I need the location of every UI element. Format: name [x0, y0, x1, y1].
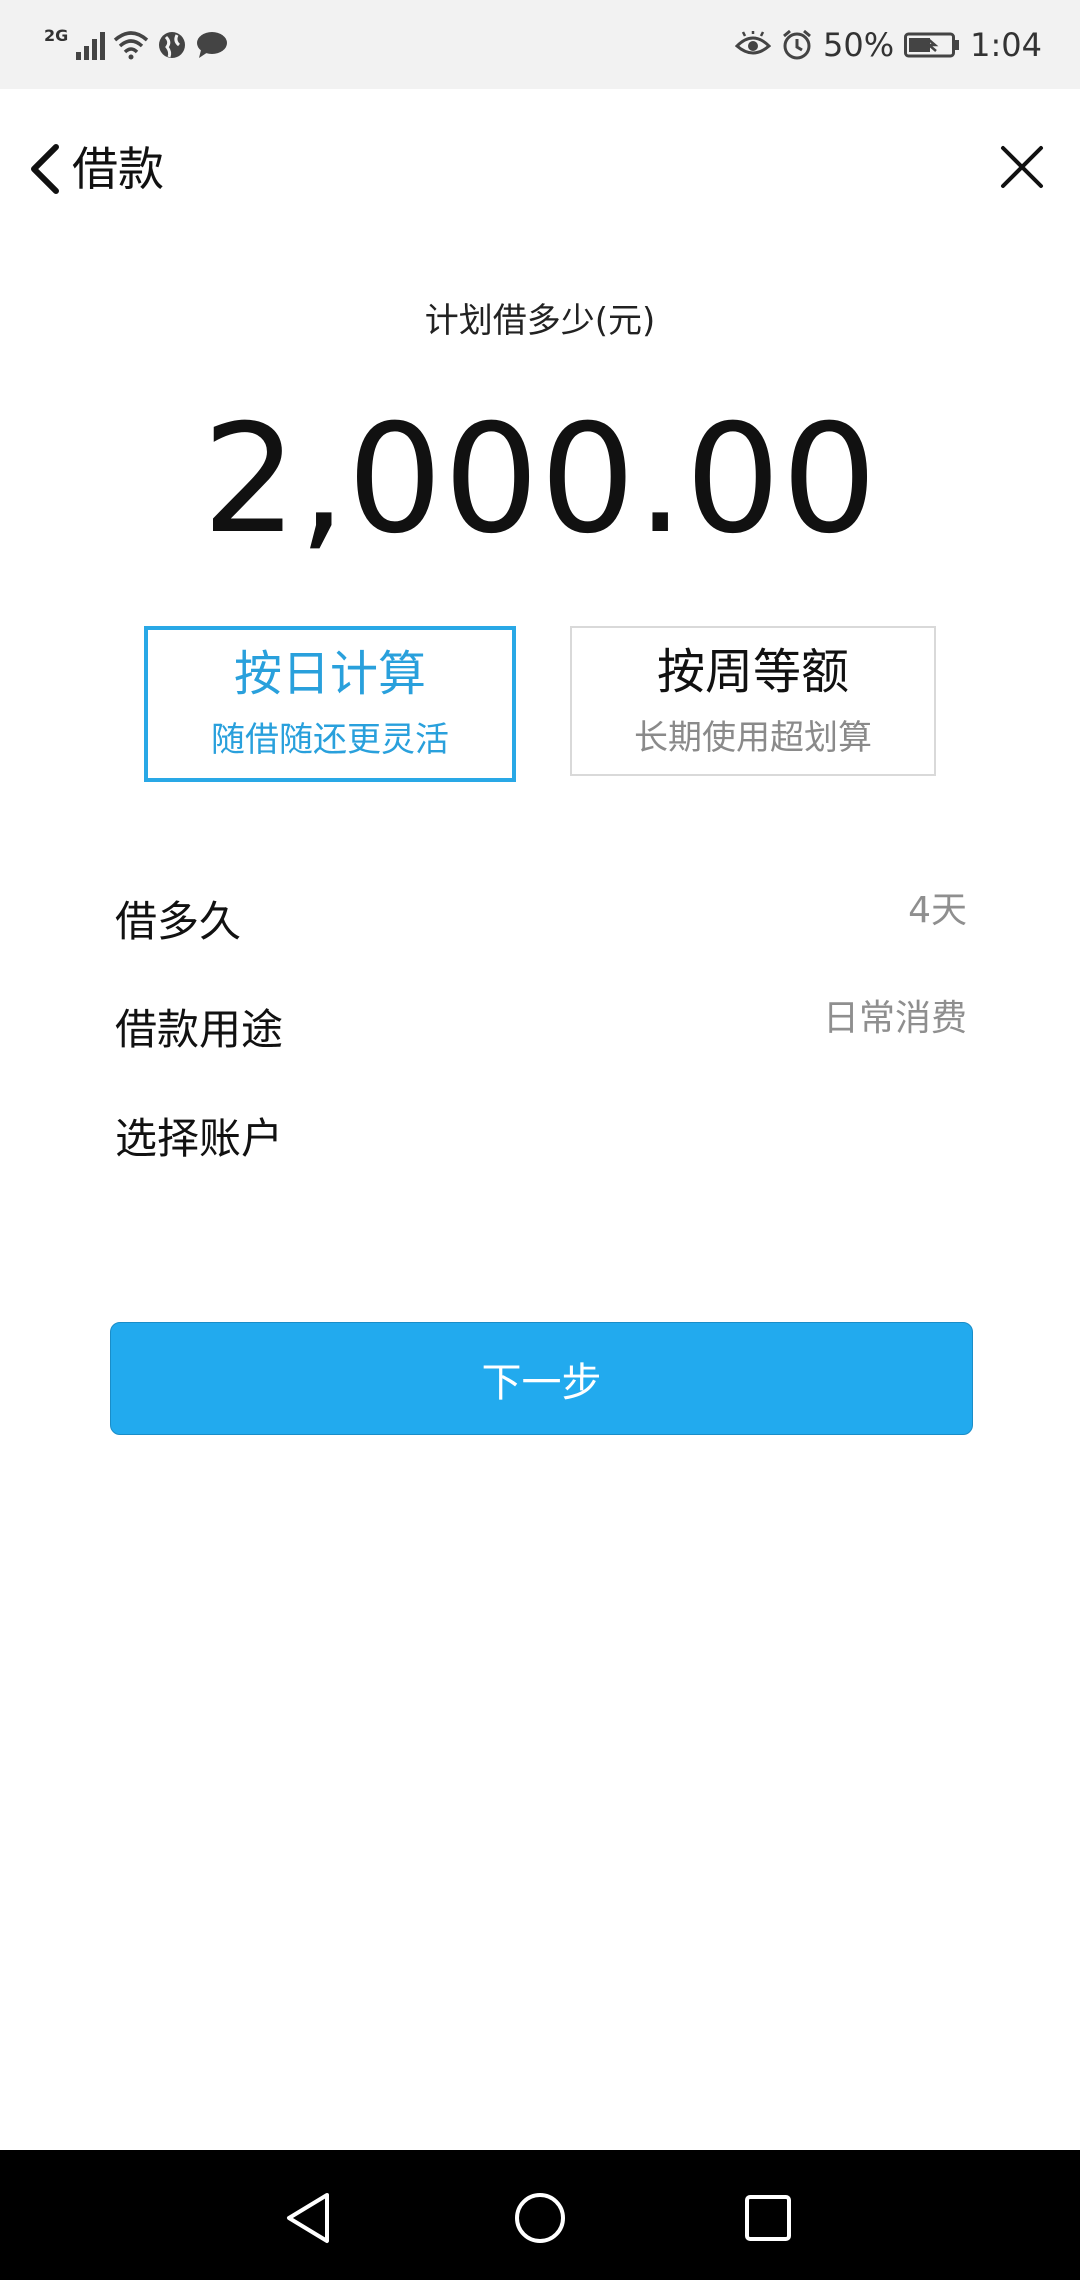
- network-type: 2G: [44, 25, 69, 45]
- duration-value: 4天: [908, 890, 967, 931]
- form-row-account[interactable]: 选择账户: [115, 1103, 967, 1183]
- amount-label: 计划借多少(元): [424, 301, 656, 341]
- plan-subtitle: 随借随还更灵活: [211, 720, 449, 760]
- chevron-left-icon: [31, 144, 59, 194]
- next-step-button[interactable]: 下一步: [110, 1322, 973, 1435]
- status-bar: 2G 50% 1:04: [0, 0, 1080, 89]
- triangle-back-icon: [287, 2193, 329, 2243]
- form-row-purpose[interactable]: 借款用途 日常消费: [115, 994, 967, 1074]
- globe-icon: [159, 32, 186, 58]
- header: 借款: [0, 89, 1080, 239]
- nav-home-button[interactable]: [502, 2180, 578, 2256]
- form-row-duration[interactable]: 借多久 4天: [115, 886, 967, 966]
- square-recent-icon: [745, 2195, 791, 2241]
- plan-option-daily[interactable]: 按日计算 随借随还更灵活: [144, 626, 516, 782]
- purpose-label: 借款用途: [115, 1005, 284, 1054]
- plan-title: 按周等额: [656, 644, 849, 700]
- eye-icon: [735, 31, 772, 55]
- battery-icon: [904, 32, 960, 58]
- signal-icon: [76, 30, 106, 60]
- clock-time: 1:04: [970, 26, 1042, 64]
- plan-title: 按日计算: [233, 646, 426, 702]
- account-label: 选择账户: [115, 1114, 284, 1163]
- purpose-value: 日常消费: [822, 998, 967, 1039]
- circle-home-icon: [515, 2193, 565, 2243]
- wifi-icon: [114, 31, 149, 60]
- page-title: 借款: [72, 142, 164, 196]
- nav-recent-apps-button[interactable]: [730, 2180, 806, 2256]
- status-right: 50% 1:04: [735, 22, 1042, 68]
- battery-percent: 50%: [823, 26, 895, 64]
- plan-option-weekly[interactable]: 按周等额 长期使用超划算: [570, 626, 936, 776]
- back-button[interactable]: [16, 133, 72, 205]
- close-button[interactable]: [984, 129, 1060, 205]
- close-icon: [1001, 146, 1043, 188]
- message-icon: [197, 32, 228, 58]
- duration-label: 借多久: [115, 897, 242, 946]
- nav-back-button[interactable]: [270, 2180, 346, 2256]
- navigation-bar: [0, 2150, 1080, 2280]
- status-left: 2G: [44, 22, 229, 68]
- amount-value[interactable]: 2,000.00: [0, 395, 1080, 565]
- alarm-icon: [783, 29, 811, 60]
- plan-subtitle: 长期使用超划算: [634, 718, 872, 758]
